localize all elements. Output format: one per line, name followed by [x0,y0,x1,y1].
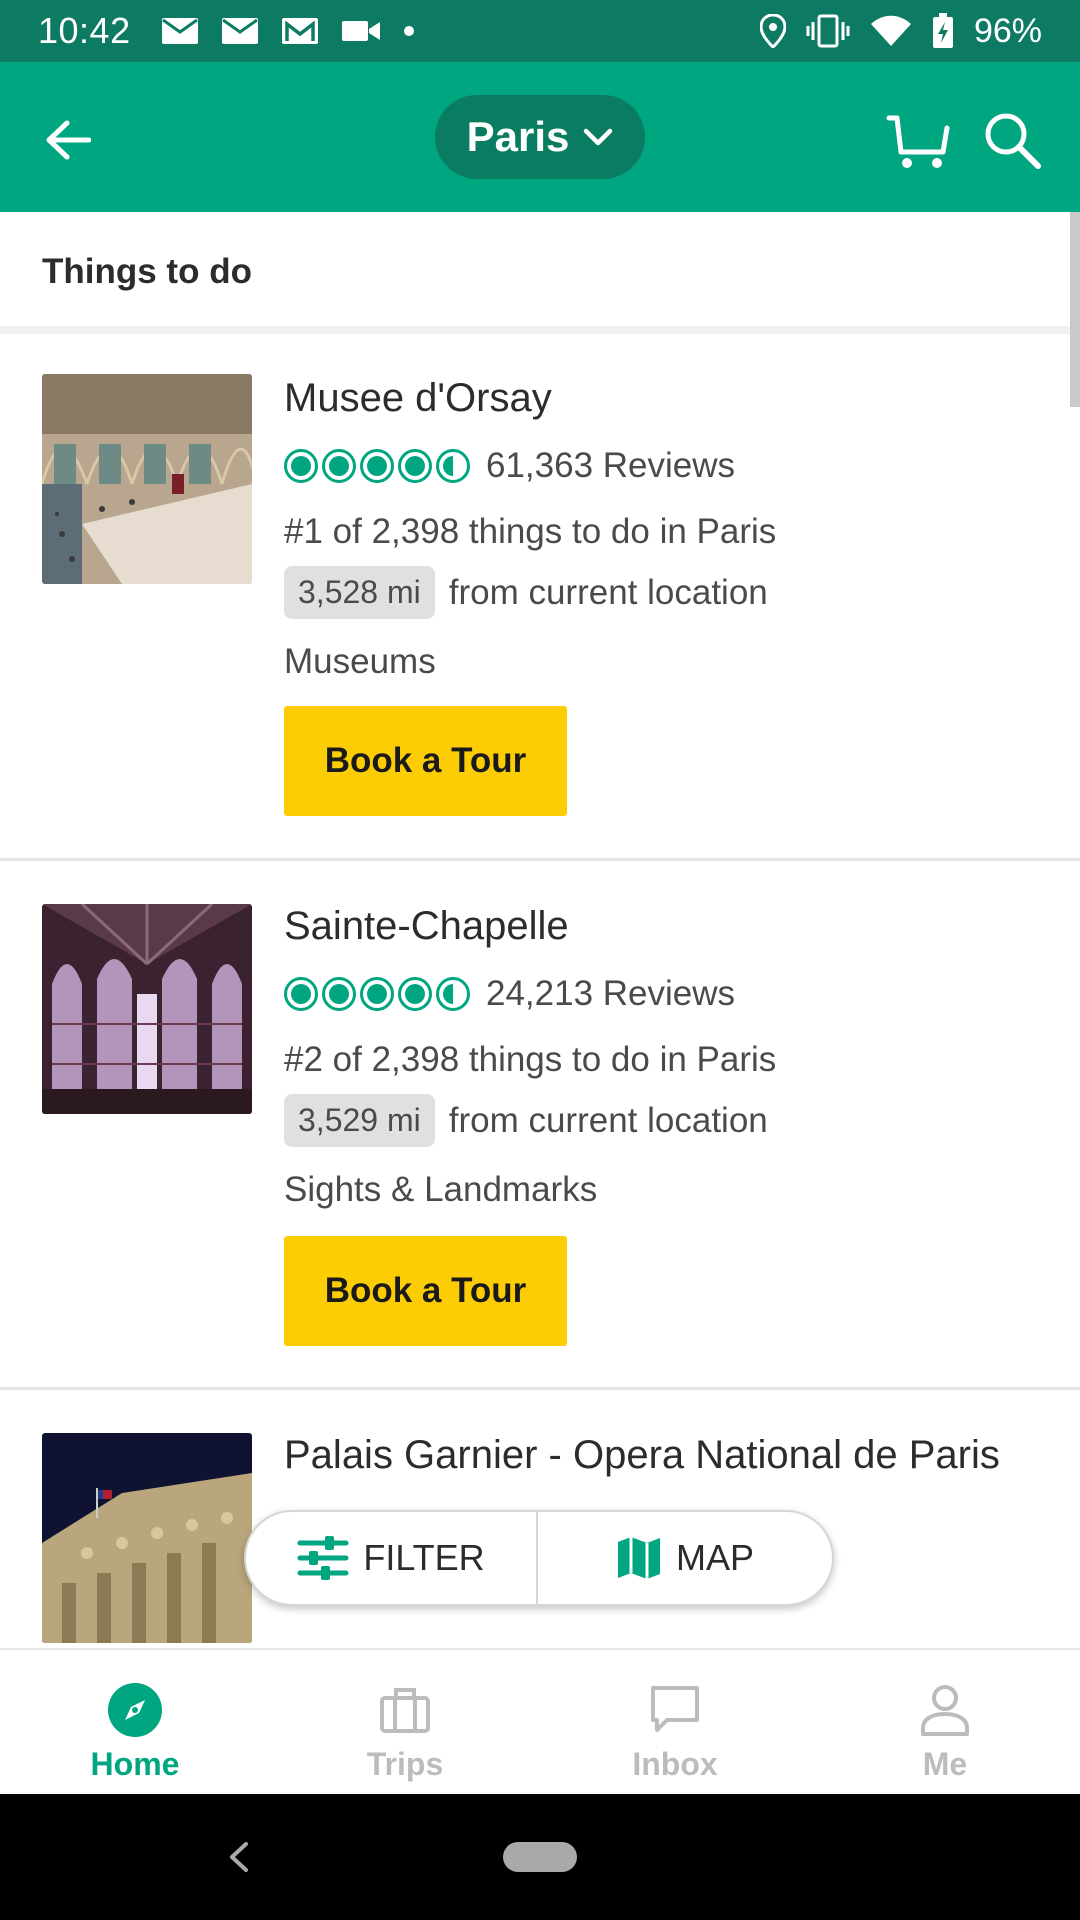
distance-chip: 3,528 mi [284,566,435,619]
mail-icon [161,18,198,44]
rating-bubbles [284,449,470,483]
notification-icons [161,17,415,45]
listing-thumbnail[interactable] [42,904,252,1114]
person-icon [915,1680,975,1740]
category-text: Sights & Landmarks [284,1170,598,1209]
rating-row: 61,363 Reviews [284,446,735,486]
location-selector[interactable]: Paris [435,95,645,179]
listing-item[interactable]: Musee d'Orsay 61,363 Reviews #1 of 2,398… [0,334,1080,860]
rating-bubble-icon [322,977,356,1011]
book-tour-button[interactable]: Book a Tour [284,706,567,816]
cart-button[interactable] [883,106,953,176]
book-tour-button[interactable]: Book a Tour [284,1236,567,1346]
status-bar: 10:42 96% [0,0,1080,62]
video-camera-icon [341,21,380,41]
battery-icon [932,13,953,48]
listing-divider [0,1387,1080,1390]
filter-label: FILTER [363,1537,485,1578]
location-label: Paris [466,113,570,160]
search-icon [985,113,1041,169]
filter-map-bar: FILTER MAP [244,1510,834,1606]
nav-label: Trips [366,1746,444,1782]
map-button[interactable]: MAP [538,1512,832,1604]
listing-thumbnail[interactable] [42,374,252,584]
rating-bubble-icon [360,449,394,483]
rating-row: 24,213 Reviews [284,974,735,1014]
rank-text: #2 of 2,398 things to do in Paris [284,1040,777,1079]
bottom-nav: Home Trips Inbox Me [0,1648,1080,1794]
nav-label: Home [90,1746,180,1782]
distance-row: 3,528 mi from current location [284,566,768,619]
rating-half-bubble-icon [436,449,470,483]
rating-bubble-icon [398,977,432,1011]
reviews-count[interactable]: 61,363 Reviews [486,446,735,486]
system-nav-bar [0,1794,1080,1920]
suitcase-icon [375,1680,435,1740]
nav-inbox[interactable]: Inbox [540,1650,810,1794]
nav-label: Inbox [632,1746,718,1782]
distance-label: from current location [448,1100,768,1140]
section-header: Things to do [0,212,1080,328]
distance-label: from current location [448,572,768,612]
listing-title[interactable]: Sainte-Chapelle [284,904,569,949]
mail-icon [221,18,258,44]
vibrate-icon [806,14,850,48]
listing-item[interactable]: Sainte-Chapelle 24,213 Reviews #2 of 2,3… [0,862,1080,1388]
section-divider [0,326,1080,334]
listing-divider [0,858,1080,861]
chevron-down-icon [584,128,613,146]
category-text: Museums [284,642,436,681]
map-label: MAP [675,1537,754,1578]
rating-bubble-icon [360,977,394,1011]
distance-chip: 3,529 mi [284,1094,435,1147]
listing-title[interactable]: Palais Garnier - Opera National de Paris [284,1433,1000,1478]
listing-thumbnail[interactable] [42,1433,252,1643]
reviews-count[interactable]: 24,213 Reviews [486,974,735,1014]
rating-bubble-icon [284,449,318,483]
map-icon [617,1537,660,1579]
compass-icon [105,1680,165,1740]
system-home-pill[interactable] [503,1842,577,1872]
status-time: 10:42 [38,10,131,51]
rating-bubble-icon [398,449,432,483]
gmail-icon [281,18,318,44]
section-title: Things to do [42,252,252,291]
dot-icon [403,26,414,36]
filter-button[interactable]: FILTER [246,1512,538,1604]
search-button[interactable] [978,106,1048,176]
back-arrow-icon [46,120,91,160]
rank-text: #1 of 2,398 things to do in Paris [284,512,777,551]
rating-half-bubble-icon [436,977,470,1011]
battery-percent: 96% [973,11,1042,50]
wifi-icon [870,15,911,46]
app-bar: Paris [0,62,1080,212]
rating-bubble-icon [322,449,356,483]
location-pin-icon [759,14,786,48]
rating-bubbles [284,977,470,1011]
cart-icon [886,115,950,168]
listing-title[interactable]: Musee d'Orsay [284,376,552,421]
rating-bubble-icon [284,977,318,1011]
distance-row: 3,529 mi from current location [284,1094,768,1147]
back-button[interactable] [40,112,96,168]
nav-me[interactable]: Me [810,1650,1080,1794]
nav-label: Me [922,1746,968,1782]
chat-bubble-icon [645,1680,705,1740]
nav-trips[interactable]: Trips [270,1650,540,1794]
nav-home[interactable]: Home [0,1650,270,1794]
system-back-button[interactable] [218,1832,258,1882]
filter-sliders-icon [297,1536,349,1580]
chevron-left-icon [230,1842,248,1872]
